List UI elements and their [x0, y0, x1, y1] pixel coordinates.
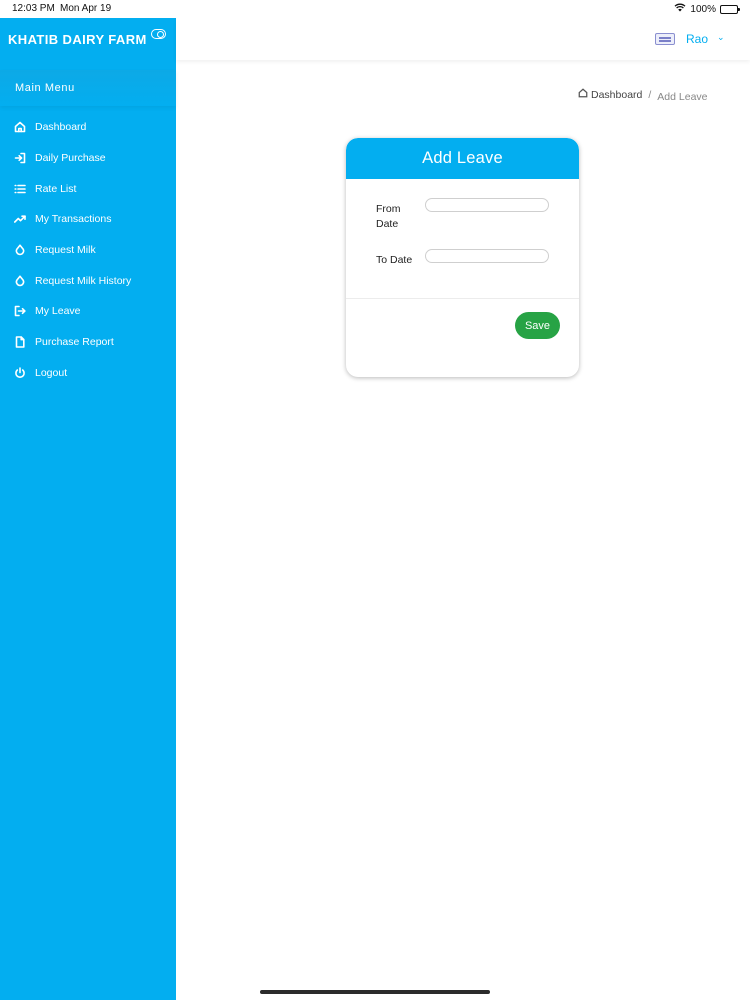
droplet-icon [14, 275, 26, 287]
status-bar: 12:03 PM Mon Apr 19 100% [0, 0, 750, 18]
from-date-row: From Date [346, 192, 579, 243]
home-indicator [260, 990, 490, 994]
breadcrumb: Dashboard / Add Leave [578, 88, 708, 103]
breadcrumb-dashboard-link[interactable]: Dashboard [591, 89, 642, 101]
brand-title: KHATIB DAIRY FARM [8, 32, 147, 47]
sidebar: KHATIB DAIRY FARM Main Menu Dashboard Da… [0, 18, 176, 1000]
sidebar-item-label: My Transactions [35, 213, 112, 226]
sidebar-toggle-icon[interactable] [151, 29, 166, 39]
wifi-icon [674, 3, 686, 15]
battery-icon [720, 4, 740, 14]
sidebar-item-label: Rate List [35, 182, 77, 195]
trending-up-icon [14, 213, 26, 225]
from-date-field[interactable] [425, 198, 549, 212]
status-date: Mon Apr 19 [60, 3, 112, 14]
status-time: 12:03 PM [12, 3, 55, 14]
breadcrumb-separator: / [648, 88, 652, 101]
from-date-label: From Date [376, 203, 401, 230]
battery-percent: 100% [690, 3, 716, 15]
card-divider [346, 298, 579, 299]
sidebar-item-label: Purchase Report [35, 336, 114, 349]
chevron-down-icon[interactable]: ⌄ [717, 32, 725, 43]
save-button[interactable]: Save [515, 312, 560, 339]
sidebar-item-purchase-report[interactable]: Purchase Report [0, 327, 176, 358]
card-title: Add Leave [422, 149, 503, 167]
droplet-icon [14, 244, 26, 256]
sidebar-item-label: Request Milk History [35, 274, 132, 287]
power-icon [14, 367, 26, 379]
to-date-row: To Date [346, 243, 579, 294]
home-icon [14, 121, 26, 133]
sidebar-item-label: Daily Purchase [35, 152, 106, 165]
sidebar-item-daily-purchase[interactable]: Daily Purchase [0, 143, 176, 174]
top-bar: Rao ⌄ [176, 18, 750, 60]
brand-bar: KHATIB DAIRY FARM [0, 18, 176, 60]
breadcrumb-current: Add Leave [657, 90, 708, 103]
sidebar-item-my-transactions[interactable]: My Transactions [0, 204, 176, 235]
user-menu-name[interactable]: Rao [686, 32, 708, 46]
sidebar-item-dashboard[interactable]: Dashboard [0, 112, 176, 143]
status-right: 100% [674, 3, 740, 15]
card-header: Add Leave [346, 138, 579, 179]
menu-header-label: Main Menu [15, 82, 75, 94]
login-icon [14, 152, 26, 164]
main-menu: Dashboard Daily Purchase Rate List My Tr… [0, 112, 176, 388]
add-leave-card: Add Leave From Date To Date Save [346, 138, 579, 377]
sidebar-item-logout[interactable]: Logout [0, 358, 176, 389]
list-icon [14, 183, 26, 195]
sidebar-item-request-milk[interactable]: Request Milk [0, 235, 176, 266]
to-date-label: To Date [376, 254, 413, 266]
sidebar-item-my-leave[interactable]: My Leave [0, 296, 176, 327]
menu-header: Main Menu [0, 70, 176, 106]
sidebar-item-label: Logout [35, 366, 68, 379]
avatar[interactable] [655, 33, 675, 45]
sidebar-item-label: Dashboard [35, 121, 87, 134]
file-icon [14, 336, 26, 348]
sidebar-item-rate-list[interactable]: Rate List [0, 173, 176, 204]
home-icon[interactable] [578, 88, 591, 101]
sidebar-item-label: My Leave [35, 305, 81, 318]
to-date-field[interactable] [425, 249, 549, 263]
sidebar-item-label: Request Milk [35, 244, 96, 257]
logout-icon [14, 305, 26, 317]
sidebar-item-request-milk-history[interactable]: Request Milk History [0, 265, 176, 296]
